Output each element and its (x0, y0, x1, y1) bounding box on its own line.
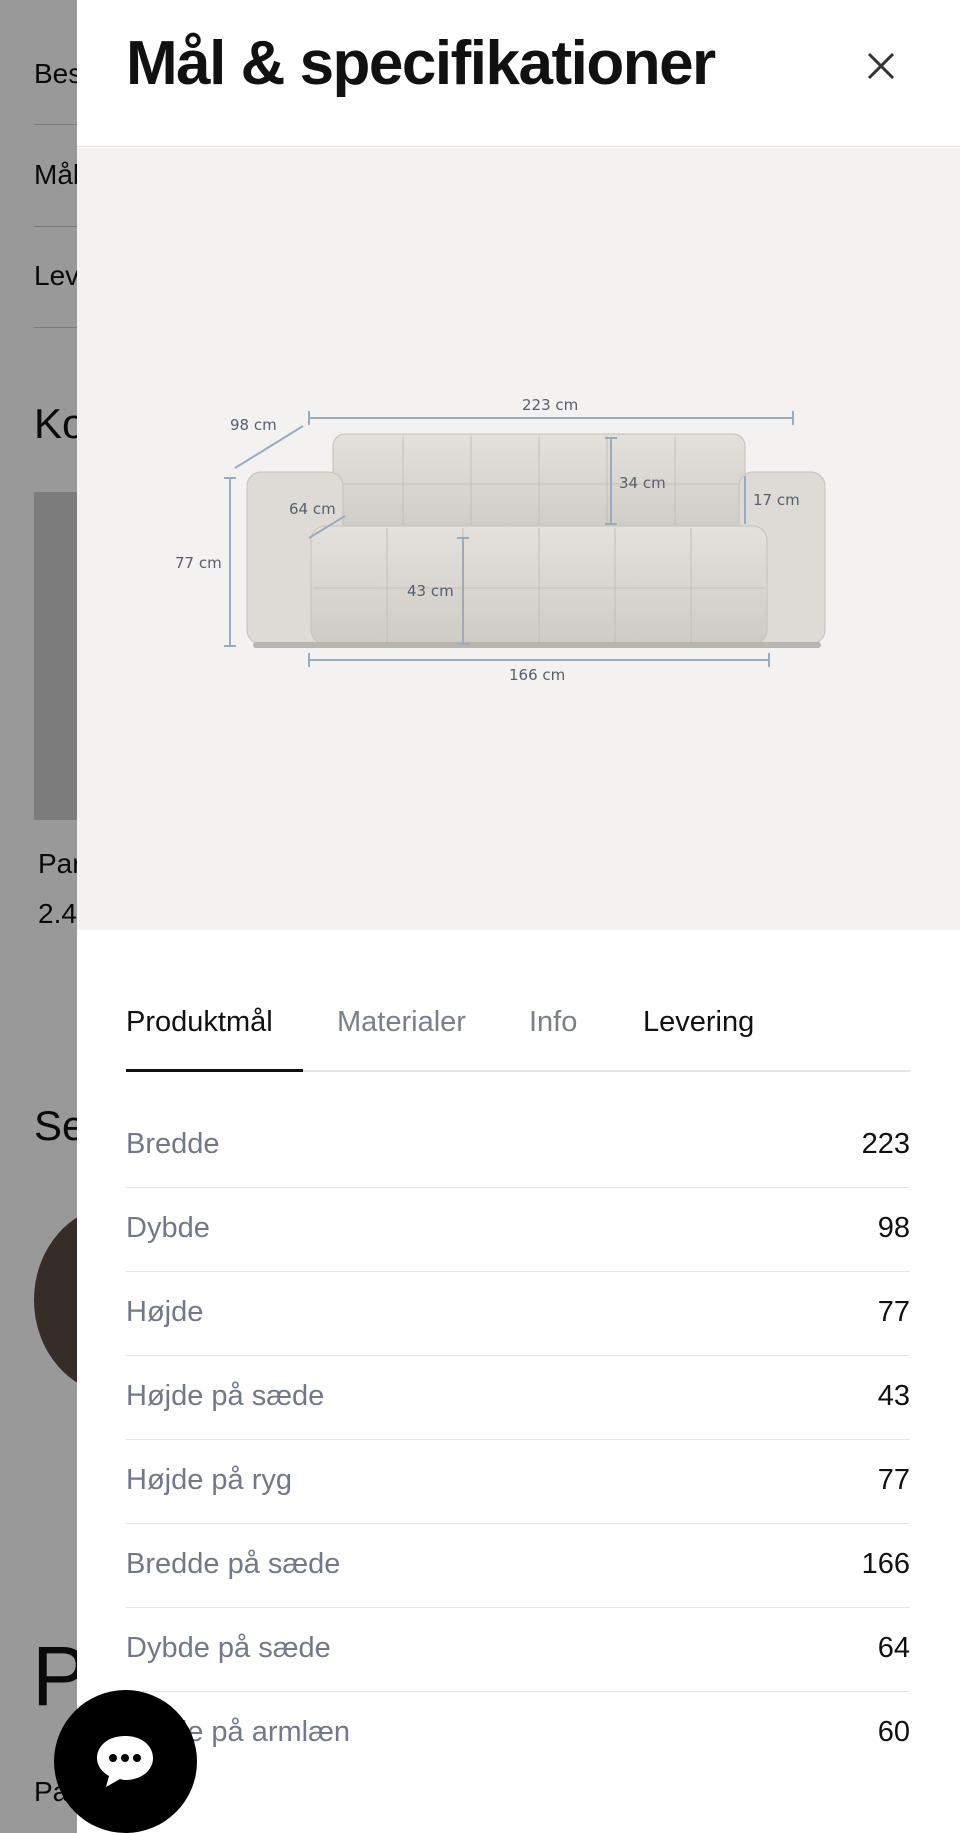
chat-button[interactable] (54, 1690, 197, 1833)
spec-label: Dybde på sæde (126, 1632, 331, 1664)
spec-value: 77 (877, 1464, 910, 1496)
close-button[interactable] (857, 42, 905, 90)
dim-label-width: 223 cm (522, 396, 578, 414)
dim-label-arm-height: 17 cm (753, 491, 800, 509)
drawer-title: Mål & specifikationer (126, 29, 716, 98)
tab-produktmaal[interactable]: Produktmål (126, 1006, 273, 1039)
spec-label: Bredde på sæde (126, 1548, 341, 1580)
spec-value: 43 (877, 1380, 910, 1412)
dim-label-seat-depth: 64 cm (289, 500, 336, 518)
sofa-illustration (246, 433, 826, 648)
spec-table: Bredde 223 Dybde 98 Højde 77 Højde på sæ… (126, 1104, 910, 1776)
tab-materialer[interactable]: Materialer (337, 1006, 466, 1039)
spec-value: 64 (877, 1632, 910, 1664)
spec-value: 166 (861, 1548, 910, 1580)
table-row: Bredde 223 (126, 1104, 910, 1188)
table-row: Dybde på sæde 64 (126, 1608, 910, 1692)
spec-value: 60 (877, 1716, 910, 1748)
drawer-header: Mål & specifikationer (77, 0, 960, 147)
spec-tabs: Produktmål Materialer Info Levering (126, 1000, 910, 1072)
tab-levering[interactable]: Levering (643, 1006, 754, 1039)
tab-info[interactable]: Info (529, 1006, 577, 1039)
table-row: Højde på ryg 77 (126, 1440, 910, 1524)
spec-label: Højde (126, 1296, 204, 1328)
spec-drawer: Mål & specifikationer 223 cm 98 cm 64 cm… (77, 0, 960, 1833)
dim-label-seat-width: 166 cm (509, 666, 565, 684)
table-row: Højde 77 (126, 1272, 910, 1356)
spec-label: Højde på ryg (126, 1464, 293, 1496)
spec-value: 98 (877, 1212, 910, 1244)
table-row: Højde på armlæn 60 (126, 1692, 910, 1776)
spec-label: Bredde (126, 1128, 220, 1160)
table-row: Højde på sæde 43 (126, 1356, 910, 1440)
spec-value: 77 (877, 1296, 910, 1328)
active-tab-indicator (126, 1069, 303, 1072)
spec-label: Dybde (126, 1212, 210, 1244)
dim-label-height: 77 cm (175, 554, 222, 572)
product-dimension-image: 223 cm 98 cm 64 cm 34 cm 17 cm 77 cm 43 … (77, 148, 960, 930)
dim-label-back-height: 34 cm (619, 474, 666, 492)
dim-label-seat-height: 43 cm (407, 582, 454, 600)
dim-label-depth: 98 cm (230, 416, 277, 434)
close-icon (867, 52, 895, 80)
table-row: Dybde 98 (126, 1188, 910, 1272)
chat-bubble-icon (97, 1736, 153, 1787)
spec-label: Højde på sæde (126, 1380, 325, 1412)
table-row: Bredde på sæde 166 (126, 1524, 910, 1608)
spec-value: 223 (861, 1128, 910, 1160)
sofa-diagram: 223 cm 98 cm 64 cm 34 cm 17 cm 77 cm 43 … (175, 396, 826, 684)
